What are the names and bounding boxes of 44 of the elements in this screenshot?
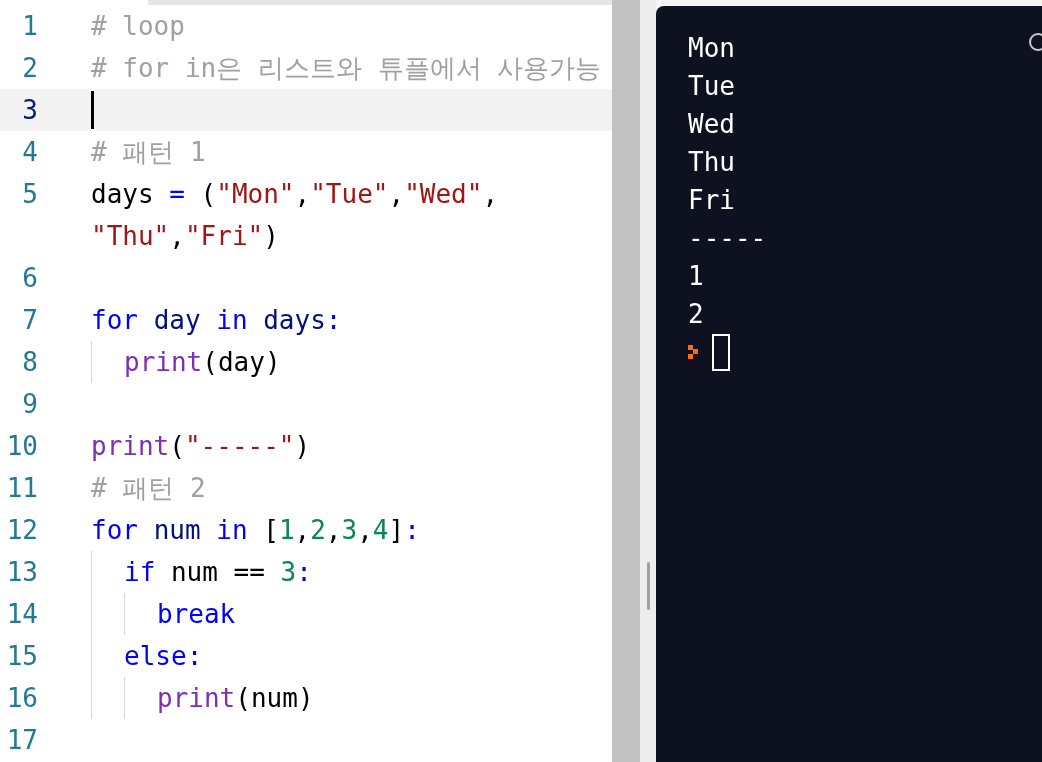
output-line: ----- bbox=[688, 222, 767, 255]
prompt-arrow-icon bbox=[688, 345, 698, 359]
code-line: print("-----") bbox=[91, 431, 311, 461]
code-line: print(num) bbox=[157, 683, 314, 713]
line-number: 7 bbox=[21, 305, 38, 335]
output-line: 2 bbox=[688, 298, 704, 331]
output-line: Thu bbox=[688, 146, 735, 179]
line-number: 6 bbox=[21, 263, 38, 293]
code-line: "Thu","Fri") bbox=[91, 221, 279, 251]
line-number: 10 bbox=[5, 431, 38, 461]
line-number: 14 bbox=[5, 599, 38, 629]
line-number: 1 bbox=[21, 11, 38, 41]
text-cursor bbox=[91, 91, 94, 129]
line-number: 13 bbox=[5, 557, 38, 587]
output-line: Wed bbox=[688, 108, 735, 141]
resize-handle[interactable] bbox=[646, 562, 650, 610]
code-line: print(day) bbox=[124, 347, 281, 377]
line-number: 2 bbox=[21, 53, 38, 83]
terminal-cursor bbox=[712, 333, 730, 371]
output-line: Mon bbox=[688, 32, 735, 65]
line-number: 3 bbox=[21, 95, 38, 125]
code-line: if num == 3: bbox=[124, 557, 312, 587]
code-line: # 패턴 2 bbox=[91, 471, 206, 505]
vertical-scrollbar[interactable] bbox=[612, 0, 640, 762]
line-number: 11 bbox=[5, 473, 38, 503]
output-line: Fri bbox=[688, 184, 735, 217]
code-line: days = ("Mon","Tue","Wed", bbox=[91, 179, 499, 209]
line-number: 15 bbox=[5, 641, 38, 671]
code-line: else: bbox=[124, 641, 203, 671]
line-number: 17 bbox=[5, 725, 38, 755]
code-line: # for in은 리스트와 튜플에서 사용가능 bbox=[91, 51, 602, 85]
code-line: for day in days: bbox=[91, 305, 342, 335]
line-number: 12 bbox=[5, 515, 38, 545]
code-line: # loop bbox=[91, 11, 185, 41]
line-number: 8 bbox=[21, 347, 38, 377]
code-line: break bbox=[157, 599, 236, 629]
line-number: 4 bbox=[21, 137, 38, 167]
line-number: 16 bbox=[5, 683, 38, 713]
code-line: # 패턴 1 bbox=[91, 135, 206, 169]
line-number: 5 bbox=[21, 179, 38, 209]
line-number: 9 bbox=[21, 389, 38, 419]
output-line: 1 bbox=[688, 260, 704, 293]
code-line: for num in [1,2,3,4]: bbox=[91, 515, 420, 545]
output-line: Tue bbox=[688, 70, 735, 103]
